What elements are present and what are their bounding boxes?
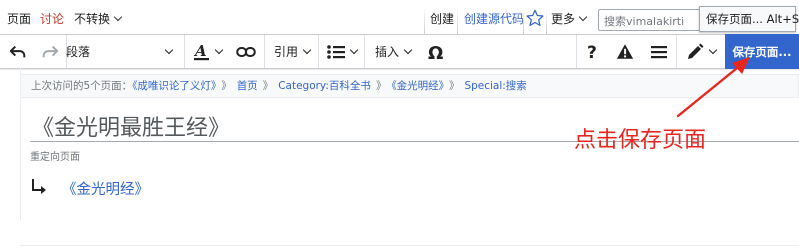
redirect-label: 重定向页面 <box>30 152 80 163</box>
page-tabs: 页面 讨论 不转换 创建 创建源代码 更多 搜索vimalakirti <box>0 0 799 34</box>
breadcrumb-separator: 》 <box>262 80 274 92</box>
chevron-down-icon <box>214 45 224 54</box>
breadcrumb-prefix: 上次访问的5个页面： <box>31 80 133 92</box>
special-character-button[interactable]: Ω <box>422 35 450 68</box>
list-dropdown[interactable] <box>322 35 362 68</box>
breadcrumb-separator: 》 <box>221 80 232 92</box>
page-notices-button[interactable] <box>611 35 639 68</box>
search-input[interactable]: 搜索vimalakirti <box>598 9 703 31</box>
chevron-down-icon <box>349 45 359 54</box>
undo-icon <box>9 45 26 57</box>
chevron-down-icon <box>164 45 174 54</box>
toolbar-divider <box>184 35 185 68</box>
tab-divider <box>523 7 524 34</box>
content-bottom-divider <box>20 245 799 246</box>
breadcrumb-separator: 》 <box>375 80 387 92</box>
breadcrumb-link[interactable]: 《成唯识论了义灯》 <box>132 80 216 92</box>
chevron-down-icon <box>302 45 312 54</box>
cite-label: 引用 <box>273 45 298 59</box>
menu-icon <box>651 45 667 58</box>
breadcrumb-separator: 》 <box>448 80 460 92</box>
insert-label: 插入 <box>374 45 399 59</box>
watch-star-icon[interactable] <box>526 9 544 27</box>
svg-text:A: A <box>194 43 207 60</box>
svg-text:?: ? <box>587 43 597 61</box>
tab-divider <box>546 7 547 34</box>
alert-icon <box>616 44 634 59</box>
annotation-arrow-icon <box>676 57 750 118</box>
tab-create[interactable]: 创建 <box>430 12 454 26</box>
paragraph-format-dropdown[interactable]: 段落 <box>66 35 184 68</box>
chevron-down-icon <box>578 12 588 22</box>
help-button[interactable]: ? <box>580 35 606 68</box>
breadcrumb-link[interactable]: 《金光明经》 <box>391 80 444 92</box>
toolbar-divider <box>318 35 319 68</box>
undo-button[interactable] <box>4 35 32 68</box>
chevron-down-icon <box>113 12 123 22</box>
toolbar-divider <box>264 35 265 68</box>
cite-dropdown[interactable]: 引用 <box>268 35 316 68</box>
redirect-arrow-icon <box>32 179 46 194</box>
chevron-down-icon <box>403 45 413 54</box>
redirect-target-link[interactable]: 《金光明经》 <box>62 178 149 199</box>
tab-talk[interactable]: 讨论 <box>40 12 64 26</box>
variant-dropdown[interactable]: 不转换 <box>74 12 123 26</box>
tab-divider <box>424 7 425 34</box>
breadcrumb-link[interactable]: 首页 <box>237 80 258 92</box>
page-title[interactable]: 《金光明最胜王经》 <box>32 110 230 142</box>
link-icon <box>236 46 256 57</box>
toolbar-divider <box>364 35 365 68</box>
annotation-text: 点击保存页面 <box>574 128 707 153</box>
toolbar-divider <box>576 35 577 68</box>
tab-page[interactable]: 页面 <box>7 12 31 26</box>
bullet-list-icon <box>327 44 345 59</box>
page-options-button[interactable] <box>645 35 673 68</box>
help-icon: ? <box>587 43 597 61</box>
tab-divider <box>457 7 458 34</box>
insert-dropdown[interactable]: 插入 <box>368 35 418 68</box>
variant-label: 不转换 <box>74 12 111 26</box>
redo-button[interactable] <box>36 35 64 68</box>
more-menu[interactable]: 更多 <box>551 12 588 26</box>
tab-create-source[interactable]: 创建源代码 <box>464 12 524 26</box>
text-style-icon: A <box>194 43 209 60</box>
breadcrumb-link[interactable]: Category:百科全书 <box>278 80 371 92</box>
paragraph-format-label: 段落 <box>66 45 91 59</box>
text-style-dropdown[interactable]: A <box>188 35 228 68</box>
link-button[interactable] <box>232 35 260 68</box>
redo-icon <box>42 45 59 57</box>
svg-text:Ω: Ω <box>428 43 443 61</box>
save-tooltip: 保存页面... Alt+S <box>699 6 799 32</box>
omega-icon: Ω <box>428 43 443 61</box>
breadcrumb-link[interactable]: Special:搜索 <box>464 80 526 92</box>
more-label: 更多 <box>551 12 576 26</box>
